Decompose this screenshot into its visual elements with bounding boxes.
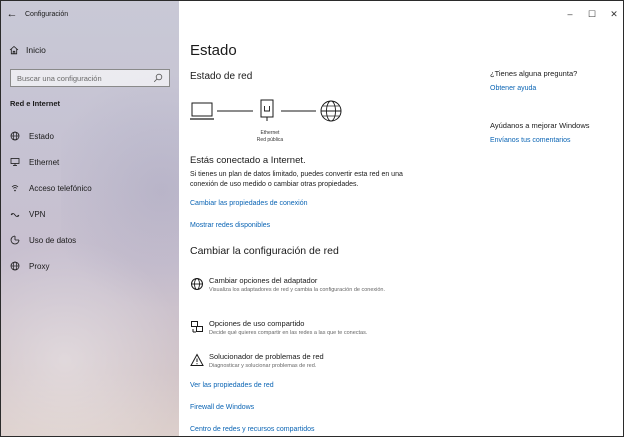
show-available-networks-link[interactable]: Mostrar redes disponibles: [190, 222, 270, 229]
page-title: Estado: [190, 42, 237, 59]
data-usage-icon: [10, 235, 20, 245]
ethernet-port-icon: [260, 99, 274, 121]
network-properties-link[interactable]: Ver las propiedades de red: [190, 382, 274, 389]
globe-icon: [10, 131, 20, 141]
sharing-options-item[interactable]: Opciones de uso compartido Decide qué qu…: [190, 319, 430, 341]
minimize-button[interactable]: –: [559, 3, 581, 25]
globe-icon: [10, 261, 20, 271]
nav-home-label: Inicio: [26, 45, 46, 55]
sidebar-item-label: Proxy: [29, 261, 50, 271]
connection-status-text: Estás conectado a Internet.: [190, 155, 306, 166]
window-controls: – ☐ ✕: [559, 1, 623, 27]
dialup-icon: [10, 183, 20, 193]
main-content: – ☐ ✕ Estado Estado de red Ethernet Red …: [179, 1, 623, 436]
sidebar-item-label: Acceso telefónico: [29, 183, 92, 193]
vpn-icon: [10, 209, 20, 219]
sidebar-item-ethernet[interactable]: Ethernet: [1, 149, 179, 175]
adapter-options-item[interactable]: Cambiar opciones del adaptador Visualiza…: [190, 276, 430, 306]
adapter-label: Ethernet: [260, 130, 280, 136]
nav-list: Estado Ethernet Acceso telefónico VPN Us…: [1, 123, 179, 279]
sidebar-item-label: Estado: [29, 131, 54, 141]
globe-icon: [191, 278, 203, 290]
windows-firewall-link[interactable]: Firewall de Windows: [190, 404, 254, 411]
improve-windows-heading: Ayúdanos a mejorar Windows: [490, 121, 590, 130]
troubleshooter-item[interactable]: Solucionador de problemas de red Diagnos…: [190, 352, 430, 374]
back-arrow-icon[interactable]: ←: [1, 1, 23, 27]
option-subtitle: Visualiza los adaptadores de red y cambi…: [209, 287, 386, 293]
section-label: Red e Internet: [10, 99, 61, 108]
monitor-icon: [10, 157, 20, 167]
get-help-link[interactable]: Obtener ayuda: [490, 85, 536, 92]
sidebar-item-label: VPN: [29, 209, 46, 219]
search-input[interactable]: [17, 73, 152, 83]
network-status-heading: Estado de red: [190, 71, 253, 82]
sidebar-item-proxy[interactable]: Proxy: [1, 253, 179, 279]
search-icon[interactable]: [153, 73, 163, 83]
change-settings-heading: Cambiar la configuración de red: [190, 245, 339, 257]
warning-icon: [190, 353, 204, 366]
settings-window: ← Configuración Inicio Red e Internet: [0, 0, 624, 437]
sidebar-item-label: Uso de datos: [29, 235, 77, 245]
title-bar: ← Configuración: [1, 1, 179, 27]
connection-description: Si tienes un plan de datos limitado, pue…: [190, 171, 403, 188]
option-title: Solucionador de problemas de red: [209, 352, 324, 361]
nav-home[interactable]: Inicio: [9, 45, 46, 55]
send-feedback-link[interactable]: Envíanos tus comentarios: [490, 137, 571, 144]
laptop-icon: [190, 102, 214, 120]
option-title: Cambiar opciones del adaptador: [209, 276, 318, 285]
sidebar-item-acceso-telefonico[interactable]: Acceso telefónico: [1, 175, 179, 201]
option-subtitle: Decide qué quieres compartir en las rede…: [209, 330, 368, 336]
network-sharing-center-link[interactable]: Centro de redes y recursos compartidos: [190, 426, 315, 433]
close-button[interactable]: ✕: [603, 3, 623, 25]
sidebar-item-estado[interactable]: Estado: [1, 123, 179, 149]
home-icon: [9, 45, 19, 55]
search-box[interactable]: [10, 69, 170, 87]
change-connection-properties-link[interactable]: Cambiar las propiedades de conexión: [190, 200, 308, 207]
sharing-icon: [191, 321, 203, 333]
internet-globe-icon: [320, 100, 342, 122]
option-subtitle: Diagnosticar y solucionar problemas de r…: [209, 363, 317, 369]
questions-heading: ¿Tienes alguna pregunta?: [490, 69, 578, 78]
network-type-label: Red pública: [256, 137, 284, 143]
option-title: Opciones de uso compartido: [209, 319, 305, 328]
sidebar-item-vpn[interactable]: VPN: [1, 201, 179, 227]
app-title: Configuración: [25, 10, 69, 18]
sidebar-item-label: Ethernet: [29, 157, 60, 167]
sidebar: ← Configuración Inicio Red e Internet: [1, 1, 179, 436]
sidebar-item-uso-de-datos[interactable]: Uso de datos: [1, 227, 179, 253]
maximize-button[interactable]: ☐: [581, 3, 603, 25]
